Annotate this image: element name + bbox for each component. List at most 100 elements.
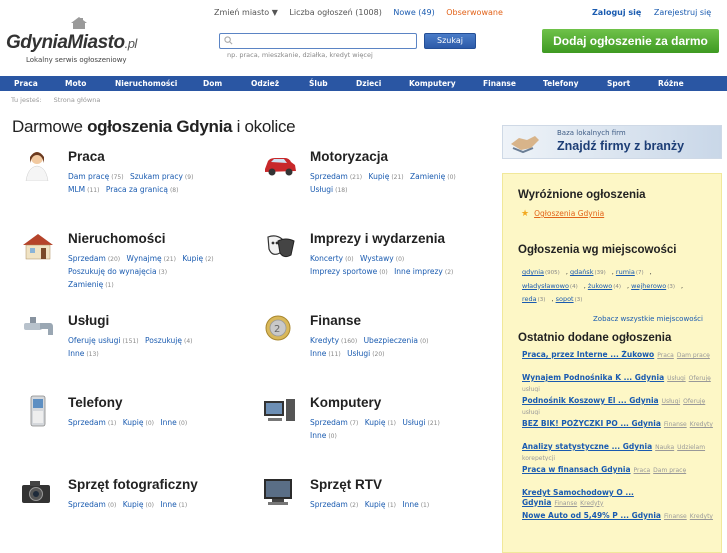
cat-link[interactable]: Sprzedam (7) bbox=[310, 418, 358, 427]
cat-link[interactable]: Kupię (21) bbox=[369, 172, 404, 181]
category-title[interactable]: Finanse bbox=[310, 313, 361, 328]
cat-link[interactable]: Inne (1) bbox=[160, 500, 187, 509]
cat-link[interactable]: Inne (13) bbox=[68, 349, 99, 358]
category-title[interactable]: Komputery bbox=[310, 395, 381, 410]
category-title[interactable]: Praca bbox=[68, 149, 105, 164]
city-link[interactable]: gdańsk bbox=[570, 268, 594, 276]
featured-link[interactable]: ★ Ogłoszenia Gdynia bbox=[521, 209, 604, 219]
site-logo[interactable]: GdyniaMiasto.pl Lokalny serwis ogłoszeni… bbox=[6, 17, 156, 66]
cat-link[interactable]: Oferuję usługi (151) bbox=[68, 336, 139, 345]
cat-link[interactable]: Poszukuję do wynajęcia (3) bbox=[68, 267, 167, 276]
category-title[interactable]: Sprzęt RTV bbox=[310, 477, 382, 492]
city-link[interactable]: wejherowo bbox=[631, 282, 666, 290]
nav-item-odziez[interactable]: Odzież bbox=[251, 79, 279, 88]
svg-text:2: 2 bbox=[274, 324, 280, 335]
ads-count-link[interactable]: Liczba ogłoszeń (1008) bbox=[289, 8, 381, 17]
cat-link[interactable]: Kupię (1) bbox=[365, 418, 396, 427]
register-link[interactable]: Zarejestruj się bbox=[654, 8, 711, 17]
cat-link[interactable]: Poszukuję (4) bbox=[145, 336, 193, 345]
all-cities-link[interactable]: Zobacz wszystkie miejscowości bbox=[593, 315, 703, 323]
recent-link[interactable]: Praca, przez Interne ... Żukowo bbox=[522, 350, 654, 359]
nav-item-komputery[interactable]: Komputery bbox=[409, 79, 456, 88]
featured-title: Wyróżnione ogłoszenia bbox=[518, 189, 646, 201]
city-link[interactable]: reda bbox=[522, 295, 537, 303]
recent-link[interactable]: Wynajem Podnośnika K ... Gdynia bbox=[522, 373, 664, 382]
search-button[interactable]: Szukaj bbox=[424, 33, 476, 49]
category-links: Sprzedam (2) Kupię (1) Inne (1) bbox=[310, 499, 510, 512]
cat-link[interactable]: Sprzedam (2) bbox=[310, 500, 358, 509]
cat-link[interactable]: Szukam pracy (9) bbox=[130, 172, 193, 181]
category-title[interactable]: Usługi bbox=[68, 313, 109, 328]
city-link[interactable]: sopot bbox=[556, 295, 574, 303]
cat-link[interactable]: Sprzedam (1) bbox=[68, 418, 116, 427]
category-title[interactable]: Motoryzacja bbox=[310, 149, 388, 164]
nav-item-praca[interactable]: Praca bbox=[14, 79, 38, 88]
cat-link[interactable]: Kupię (0) bbox=[123, 418, 154, 427]
cat-link[interactable]: Ubezpieczenia (0) bbox=[364, 336, 429, 345]
masks-icon bbox=[267, 235, 295, 258]
nav-item-rozne[interactable]: Różne bbox=[658, 79, 684, 88]
cat-link[interactable]: Zamienię (0) bbox=[410, 172, 456, 181]
recent-link[interactable]: Kredyt Samochodowy O ... Gdynia bbox=[522, 488, 634, 507]
nav-item-moto[interactable]: Moto bbox=[65, 79, 86, 88]
nav-item-finanse[interactable]: Finanse bbox=[483, 79, 516, 88]
cat-link[interactable]: Dam pracę (75) bbox=[68, 172, 124, 181]
cat-link[interactable]: Kredyty (160) bbox=[310, 336, 357, 345]
observed-link[interactable]: Obserwowane bbox=[446, 8, 503, 17]
cat-link[interactable]: Zamienię (1) bbox=[68, 280, 114, 289]
cat-link[interactable]: Kupię (0) bbox=[123, 500, 154, 509]
category-title[interactable]: Imprezy i wydarzenia bbox=[310, 231, 445, 246]
cat-link[interactable]: Koncerty (0) bbox=[310, 254, 354, 263]
company-base-banner[interactable]: Baza lokalnych firm Znajdź firmy z branż… bbox=[502, 125, 722, 159]
category-title[interactable]: Sprzęt fotograficzny bbox=[68, 477, 198, 492]
woman-icon bbox=[25, 152, 49, 181]
cat-link[interactable]: Inne imprezy (2) bbox=[394, 267, 453, 276]
search-input[interactable] bbox=[219, 33, 417, 49]
cities-title: Ogłoszenia wg miejscowości bbox=[518, 244, 677, 256]
cat-link[interactable]: Sprzedam (0) bbox=[68, 500, 116, 509]
city-link[interactable]: żukowo bbox=[588, 282, 612, 290]
add-ad-button[interactable]: Dodaj ogłoszenie za darmo bbox=[542, 29, 719, 53]
cat-link[interactable]: Praca za granicą (8) bbox=[106, 185, 179, 194]
recent-link[interactable]: Podnośnik Koszowy El ... Gdynia bbox=[522, 396, 659, 405]
recent-link[interactable]: BEZ BIK! POŻYCZKI PO ... Gdynia bbox=[522, 419, 661, 428]
city-link[interactable]: gdynia bbox=[522, 268, 544, 276]
cat-link[interactable]: Inne (0) bbox=[310, 431, 337, 440]
nav-item-telefony[interactable]: Telefony bbox=[543, 79, 579, 88]
cat-link[interactable]: Imprezy sportowe (0) bbox=[310, 267, 388, 276]
change-city-link[interactable]: Zmień miasto ▼ bbox=[214, 8, 278, 17]
login-link[interactable]: Zaloguj się bbox=[592, 8, 641, 17]
cat-link[interactable]: Usługi (20) bbox=[347, 349, 384, 358]
city-link[interactable]: władysławowo bbox=[522, 282, 569, 290]
nav-item-sport[interactable]: Sport bbox=[607, 79, 630, 88]
cat-link[interactable]: Kupię (1) bbox=[365, 500, 396, 509]
city-link[interactable]: rumia bbox=[616, 268, 635, 276]
recent-item: Wynajem Podnośnika K ... Gdynia Usługi Ofe… bbox=[522, 373, 711, 392]
logo-house-icon bbox=[71, 17, 87, 29]
category-title[interactable]: Nieruchomości bbox=[68, 231, 166, 246]
new-ads-link[interactable]: Nowe (49) bbox=[393, 8, 434, 17]
cat-link[interactable]: Inne (0) bbox=[160, 418, 187, 427]
category-links: Koncerty (0) Wystawy (0) Imprezy sportowe(… bbox=[310, 253, 510, 279]
nav-item-slub[interactable]: Ślub bbox=[309, 79, 328, 88]
cat-link[interactable]: Sprzedam (21) bbox=[310, 172, 362, 181]
cat-link[interactable]: Usługi (18) bbox=[310, 185, 347, 194]
cat-link[interactable]: Wynajmę (21) bbox=[127, 254, 176, 263]
cat-link[interactable]: Usługi (21) bbox=[402, 418, 439, 427]
cat-link[interactable]: Kupię (2) bbox=[182, 254, 213, 263]
cat-link[interactable]: Sprzedam (20) bbox=[68, 254, 120, 263]
nav-item-dzieci[interactable]: Dzieci bbox=[356, 79, 381, 88]
nav-item-nieruchomosci[interactable]: Nieruchomości bbox=[115, 79, 177, 88]
cat-link[interactable]: Inne (11) bbox=[310, 349, 341, 358]
cat-link[interactable]: Inne (1) bbox=[402, 500, 429, 509]
category-title[interactable]: Telefony bbox=[68, 395, 123, 410]
house-icon bbox=[23, 234, 53, 260]
recent-link[interactable]: Praca w finansach Gdynia bbox=[522, 465, 631, 474]
cat-link[interactable]: MLM (11) bbox=[68, 185, 99, 194]
logo-text: GdyniaMiasto.pl bbox=[6, 32, 137, 53]
recent-link[interactable]: Nowe Auto od 5,49% P ... Gdynia bbox=[522, 511, 661, 520]
recent-link[interactable]: Analizy statystyczne ... Gdynia bbox=[522, 442, 652, 451]
breadcrumb-home[interactable]: Strona główna bbox=[54, 96, 101, 104]
nav-item-dom[interactable]: Dom bbox=[203, 79, 222, 88]
cat-link[interactable]: Wystawy (0) bbox=[360, 254, 404, 263]
